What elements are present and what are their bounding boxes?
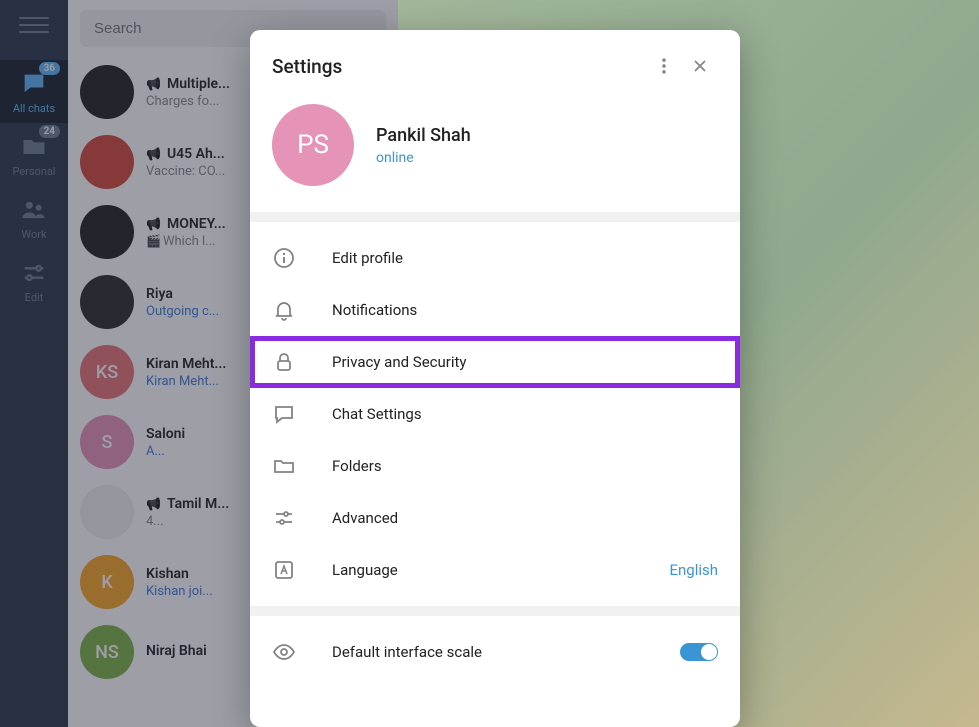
menu-label: Edit profile (332, 249, 718, 267)
lock-icon (272, 350, 296, 374)
eye-icon (272, 640, 296, 664)
divider (250, 606, 740, 616)
folder-icon (272, 454, 296, 478)
info-icon (272, 246, 296, 270)
menu-label: Notifications (332, 301, 718, 319)
menu-item-chat-settings[interactable]: Chat Settings (250, 388, 740, 440)
lang-icon (272, 558, 296, 582)
scale-label: Default interface scale (332, 643, 644, 661)
menu-item-language[interactable]: Language English (250, 544, 740, 596)
app-root: All chats36Personal24WorkEdit Multiple..… (0, 0, 979, 727)
menu-item-folders[interactable]: Folders (250, 440, 740, 492)
menu-item-privacy[interactable]: Privacy and Security (250, 336, 740, 388)
profile-avatar: PS (272, 104, 354, 186)
menu-label: Chat Settings (332, 405, 718, 423)
menu-label: Language (332, 561, 633, 579)
menu-label: Privacy and Security (332, 353, 718, 371)
modal-title: Settings (272, 55, 646, 78)
scale-toggle[interactable] (680, 643, 718, 661)
menu-label: Advanced (332, 509, 718, 527)
profile-row[interactable]: PS Pankil Shah online (250, 98, 740, 212)
more-icon (654, 56, 674, 76)
more-button[interactable] (646, 48, 682, 84)
profile-text: Pankil Shah online (376, 125, 471, 166)
menu-item-advanced[interactable]: Advanced (250, 492, 740, 544)
profile-status: online (376, 150, 471, 166)
menu-item-notifications[interactable]: Notifications (250, 284, 740, 336)
menu-value: English (669, 561, 718, 579)
divider (250, 212, 740, 222)
settings-modal: Settings PS Pankil Shah online Edit prof… (250, 30, 740, 727)
bell-icon (272, 298, 296, 322)
menu-item-edit-profile[interactable]: Edit profile (250, 232, 740, 284)
settings-menu: Edit profile Notifications Privacy and S… (250, 222, 740, 606)
menu-label: Folders (332, 457, 718, 475)
scale-section: Default interface scale (250, 616, 740, 688)
sliders-icon (272, 506, 296, 530)
close-button[interactable] (682, 48, 718, 84)
profile-name: Pankil Shah (376, 125, 471, 146)
modal-header: Settings (250, 30, 740, 98)
chat-icon (272, 402, 296, 426)
close-icon (690, 56, 710, 76)
default-scale-row[interactable]: Default interface scale (250, 626, 740, 678)
